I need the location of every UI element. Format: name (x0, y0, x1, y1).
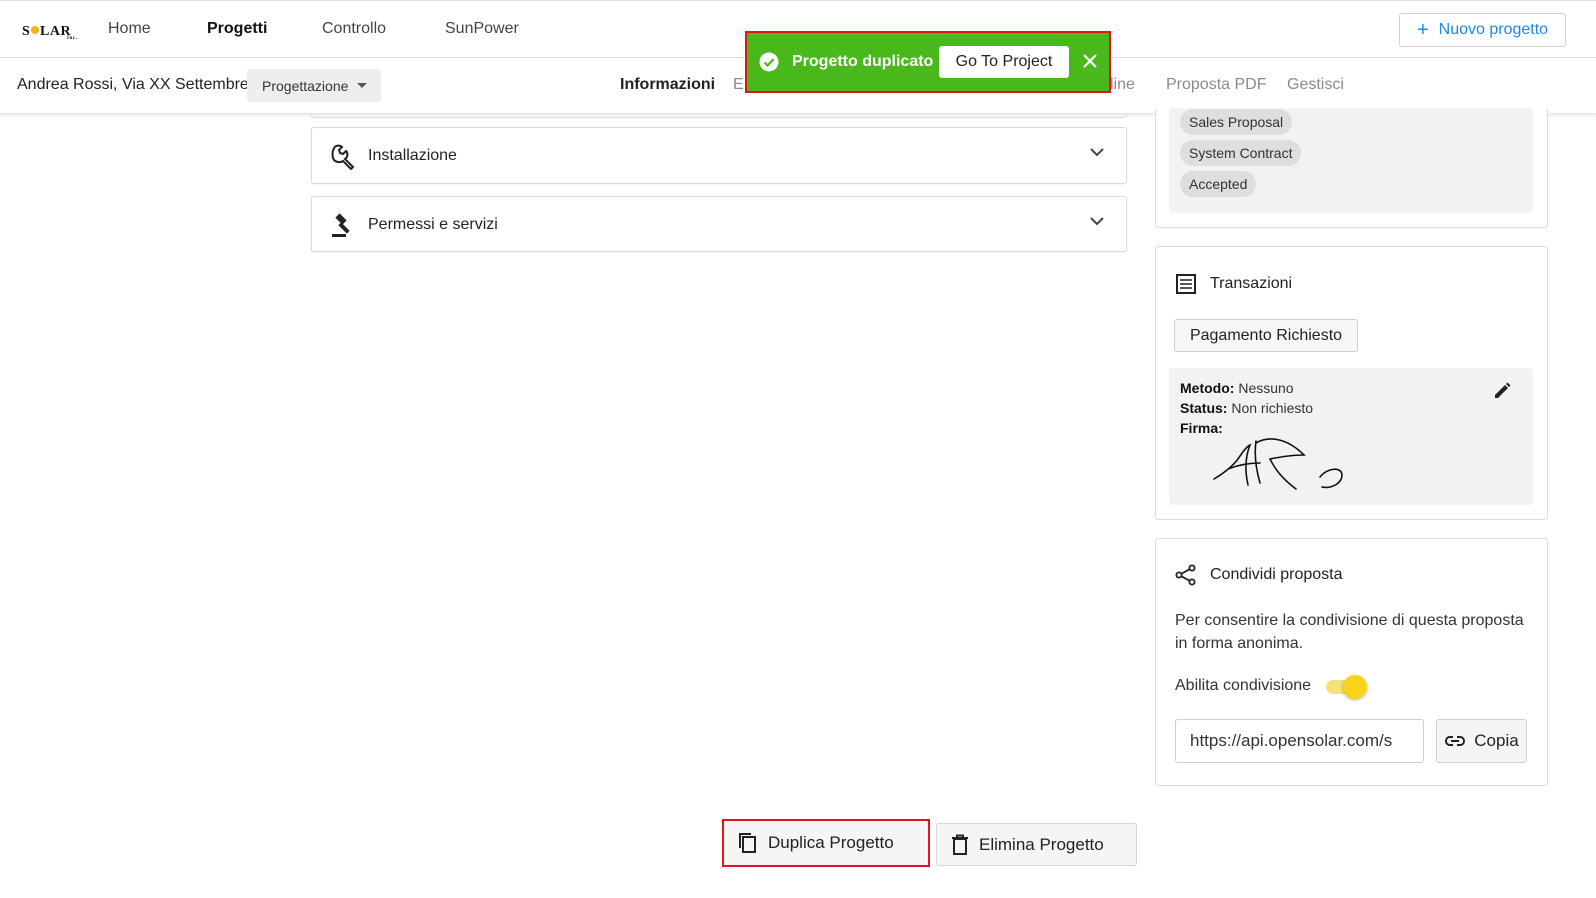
status-chip[interactable]: Accepted (1180, 171, 1257, 197)
pencil-edit-icon[interactable] (1492, 381, 1512, 401)
transactions-title: Transazioni (1210, 275, 1293, 292)
tab-partial-online[interactable]: line (1110, 76, 1135, 94)
duplicate-project-button[interactable]: Duplica Progetto (722, 819, 930, 867)
delete-project-button[interactable]: Elimina Progetto (936, 823, 1137, 866)
project-name: Andrea Rossi, Via XX Settembre (17, 76, 249, 93)
nav-controllo[interactable]: Controllo (322, 20, 386, 38)
chevron-down-icon (1090, 148, 1104, 157)
trash-icon (952, 834, 968, 855)
status-chip[interactable]: Sales Proposal (1180, 109, 1293, 135)
payment-status-row: Status: Non richiesto (1180, 400, 1313, 416)
new-project-button[interactable]: + Nuovo progetto (1399, 13, 1566, 47)
link-icon (1445, 736, 1466, 746)
toggle-knob[interactable] (1343, 675, 1367, 699)
payment-requested-button[interactable]: Pagamento Richiesto (1174, 319, 1358, 352)
close-icon[interactable] (1082, 53, 1098, 69)
svg-text:S: S (22, 24, 30, 39)
share-title: Condividi proposta (1210, 566, 1343, 583)
gavel-icon (332, 213, 350, 237)
status-label: Status: (1180, 400, 1228, 416)
copy-icon (739, 833, 756, 853)
enable-sharing-label: Abilita condivisione (1175, 677, 1312, 694)
status-chip[interactable]: System Contract (1180, 140, 1302, 166)
new-project-label: Nuovo progetto (1438, 21, 1549, 38)
method-value: Nessuno (1238, 380, 1294, 396)
signature-image (1213, 438, 1343, 490)
payment-method-row: Metodo: Nessuno (1180, 380, 1294, 396)
section-installazione[interactable]: Installazione (311, 127, 1127, 184)
caret-down-icon (357, 82, 368, 88)
tab-gestisci[interactable]: Gestisci (1287, 76, 1344, 94)
tab-informazioni[interactable]: Informazioni (620, 76, 715, 94)
duplicate-label: Duplica Progetto (768, 833, 894, 852)
copy-button[interactable]: Copia (1436, 719, 1527, 763)
share-description: Per consentire la condivisione di questa… (1175, 612, 1524, 652)
tab-proposta-pdf[interactable]: Proposta PDF (1166, 76, 1266, 94)
nav-progetti[interactable]: Progetti (207, 20, 267, 38)
success-toast: Progetto duplicato Go To Project (745, 31, 1111, 93)
section-permessi-servizi[interactable]: Permessi e servizi (311, 196, 1127, 252)
collapsed-section-edge (311, 114, 1127, 118)
share-url-input[interactable]: https://api.opensolar.com/s (1175, 719, 1424, 763)
nav-sunpower[interactable]: SunPower (445, 20, 519, 38)
receipt-icon (1176, 274, 1196, 294)
section-label: Permessi e servizi (368, 216, 498, 233)
toast-message: Progetto duplicato (792, 53, 934, 70)
method-label: Metodo: (1180, 380, 1235, 396)
svg-text:Inc.: Inc. (67, 36, 77, 41)
brand-logo[interactable]: S LAR Inc. (22, 20, 78, 42)
copy-label: Copia (1474, 731, 1519, 750)
share-icon (1175, 564, 1196, 586)
plus-icon: + (1416, 19, 1429, 41)
wrench-icon (331, 144, 355, 170)
delete-label: Elimina Progetto (979, 834, 1104, 854)
section-label: Installazione (368, 147, 457, 164)
chevron-down-icon (1090, 217, 1104, 226)
go-to-project-button[interactable]: Go To Project (939, 46, 1069, 78)
nav-home[interactable]: Home (108, 20, 151, 38)
tab-partial-e[interactable]: E (733, 76, 744, 94)
stage-value: Progettazione (262, 77, 349, 94)
check-circle-icon (759, 52, 779, 72)
stage-dropdown[interactable]: Progettazione (247, 69, 381, 102)
status-value: Non richiesto (1231, 400, 1314, 416)
